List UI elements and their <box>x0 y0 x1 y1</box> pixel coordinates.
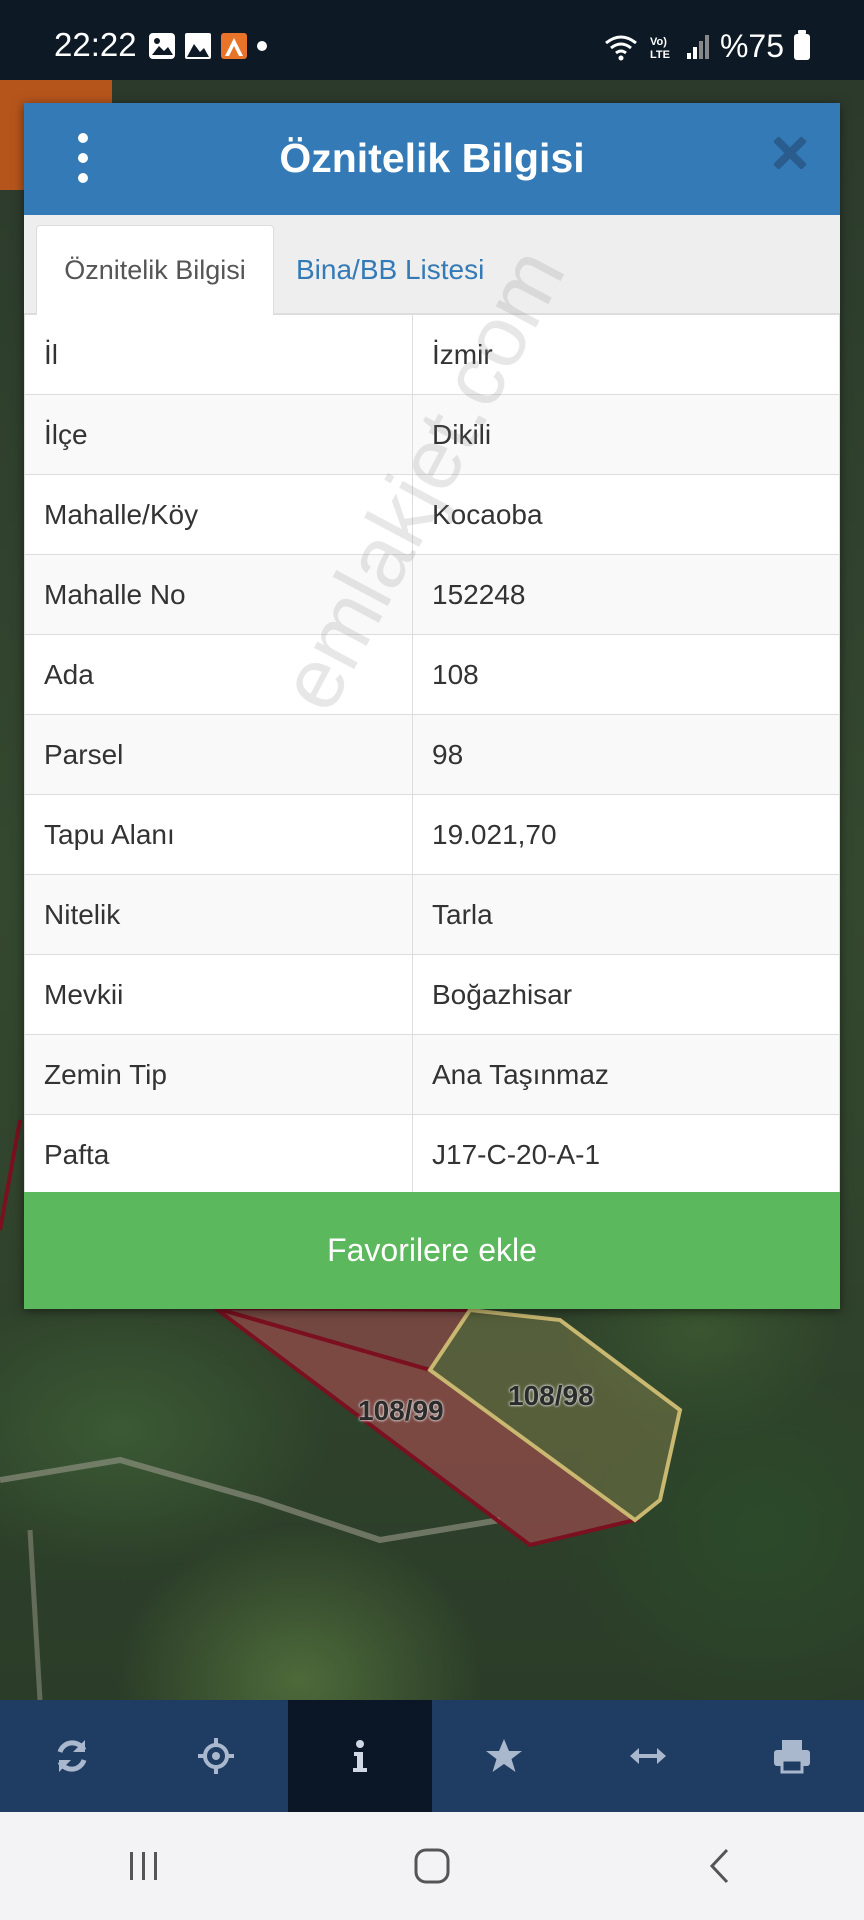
tab-building-list[interactable]: Bina/BB Listesi <box>276 225 504 315</box>
star-icon <box>486 1739 522 1772</box>
row-key: Tapu Alanı <box>24 794 413 875</box>
recent-apps-icon <box>130 1852 157 1880</box>
signal-icon <box>686 34 709 59</box>
measure-icon <box>630 1748 666 1764</box>
row-key: İl <box>24 314 413 395</box>
svg-text:Vo): Vo) <box>650 36 667 48</box>
status-right: Vo) LTE %75 <box>604 28 810 65</box>
attribute-table: İl İzmir İlçe Dikili Mahalle/Köy Kocaoba Ma… <box>24 314 840 1195</box>
battery-icon <box>794 29 810 60</box>
table-row: Tapu Alanı 19.021,70 <box>24 794 840 875</box>
notification-icons <box>148 32 268 60</box>
row-value: 19.021,70 <box>412 794 840 875</box>
row-value: Boğazhisar <box>412 954 840 1035</box>
print-button[interactable] <box>720 1700 864 1812</box>
gallery-icon <box>149 33 175 59</box>
row-key: Nitelik <box>24 874 413 955</box>
close-icon[interactable] <box>768 131 812 175</box>
table-row: Mevkii Boğazhisar <box>24 954 840 1035</box>
row-value: J17-C-20-A-1 <box>412 1114 840 1195</box>
table-row: Zemin Tip Ana Taşınmaz <box>24 1034 840 1115</box>
table-row: Nitelik Tarla <box>24 874 840 955</box>
row-value: Ana Taşınmaz <box>412 1034 840 1115</box>
recent-apps-button[interactable] <box>94 1836 194 1896</box>
row-value: 108 <box>412 634 840 715</box>
row-key: Mahalle No <box>24 554 413 635</box>
volte-icon: Vo)LTE <box>650 36 670 61</box>
refresh-button[interactable] <box>0 1700 144 1812</box>
attribute-dialog: Öznitelik Bilgisi Öznitelik Bilgisi Bina… <box>24 103 840 1309</box>
parcel-label-108-99[interactable]: 108/99 <box>358 1395 444 1427</box>
dialog-tabs: Öznitelik Bilgisi Bina/BB Listesi <box>24 215 840 315</box>
favorites-button[interactable] <box>432 1700 576 1812</box>
dot-icon <box>257 41 267 51</box>
table-row: İl İzmir <box>24 314 840 395</box>
measure-button[interactable] <box>576 1700 720 1812</box>
add-to-favorites-button[interactable]: Favorilere ekle <box>24 1192 840 1309</box>
table-row: Mahalle No 152248 <box>24 554 840 635</box>
row-key: Parsel <box>24 714 413 795</box>
table-row: Mahalle/Köy Kocaoba <box>24 474 840 555</box>
row-value: İzmir <box>412 314 840 395</box>
table-row: İlçe Dikili <box>24 394 840 475</box>
table-row: Parsel 98 <box>24 714 840 795</box>
image-icon <box>185 33 211 59</box>
row-key: Mevkii <box>24 954 413 1035</box>
row-key: Ada <box>24 634 413 715</box>
row-value: Tarla <box>412 874 840 955</box>
row-key: İlçe <box>24 394 413 475</box>
home-icon <box>414 1848 450 1884</box>
table-row: Ada 108 <box>24 634 840 715</box>
bottom-toolbar <box>0 1700 864 1812</box>
system-nav-bar <box>0 1812 864 1920</box>
home-button[interactable] <box>382 1836 482 1896</box>
info-icon <box>353 1740 367 1772</box>
row-value: Kocaoba <box>412 474 840 555</box>
info-button[interactable] <box>288 1700 432 1812</box>
back-icon <box>709 1848 729 1884</box>
table-row: Pafta J17-C-20-A-1 <box>24 1114 840 1195</box>
row-key: Zemin Tip <box>24 1034 413 1115</box>
status-time: 22:22 <box>54 26 137 63</box>
svg-text:LTE: LTE <box>650 49 670 61</box>
status-bar: 22:22 Vo) LTE %75 <box>0 0 864 80</box>
print-icon <box>774 1740 810 1774</box>
app-icon <box>221 33 247 59</box>
row-value: 152248 <box>412 554 840 635</box>
row-key: Pafta <box>24 1114 413 1195</box>
locate-icon <box>198 1738 234 1774</box>
battery-text: %75 <box>719 28 784 64</box>
row-value: 98 <box>412 714 840 795</box>
tab-attribute-info[interactable]: Öznitelik Bilgisi <box>36 225 274 315</box>
row-value: Dikili <box>412 394 840 475</box>
refresh-icon <box>57 1740 87 1772</box>
back-button[interactable] <box>670 1836 770 1896</box>
dialog-title: Öznitelik Bilgisi <box>279 135 585 181</box>
wifi-icon <box>605 35 637 60</box>
locate-button[interactable] <box>144 1700 288 1812</box>
parcel-label-108-98[interactable]: 108/98 <box>508 1380 594 1412</box>
dialog-header: Öznitelik Bilgisi <box>24 103 840 215</box>
row-key: Mahalle/Köy <box>24 474 413 555</box>
